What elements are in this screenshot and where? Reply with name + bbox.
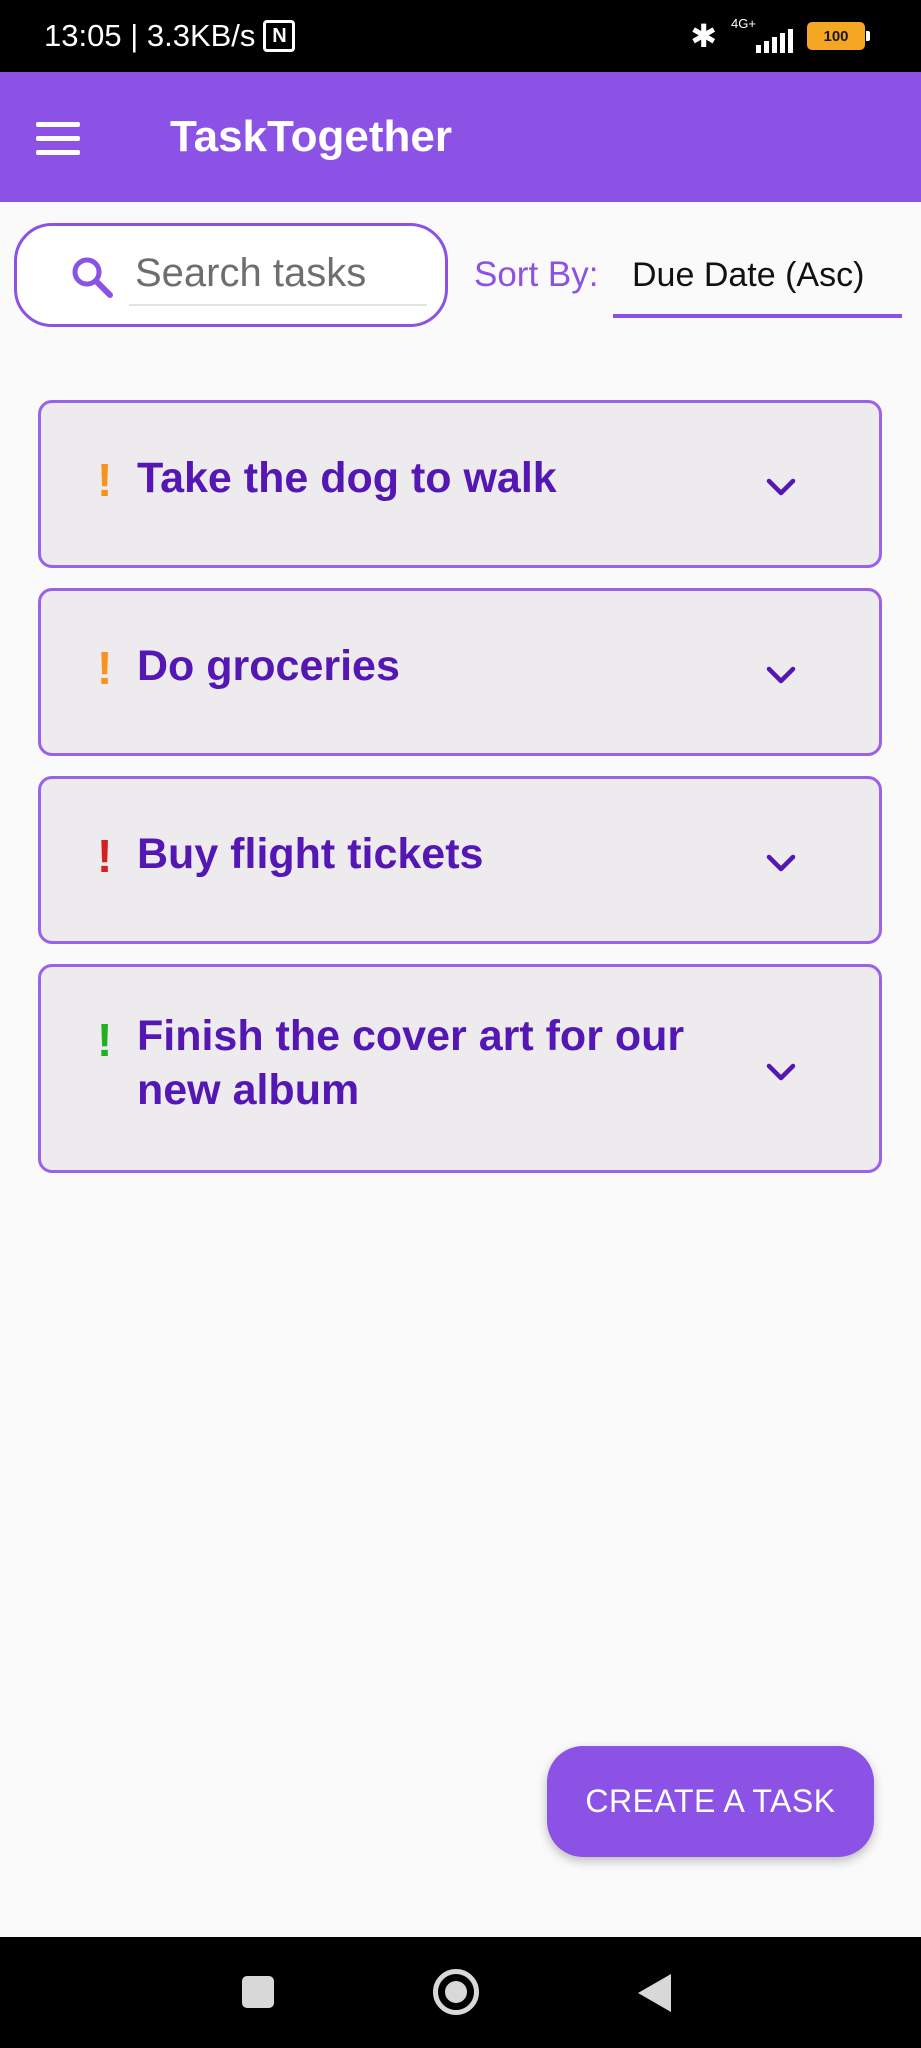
- status-right: ✱ 4G+ 100: [690, 0, 870, 72]
- battery-level: 100: [823, 27, 849, 45]
- navigation-bar: [0, 1937, 921, 2048]
- battery-icon: 100: [807, 22, 870, 50]
- hamburger-menu-icon[interactable]: [36, 108, 96, 168]
- status-left: 13:05 | 3.3KB/s N: [44, 0, 296, 72]
- app-title: TaskTogether: [170, 112, 452, 161]
- chevron-down-icon[interactable]: [765, 1062, 797, 1082]
- task-title: Do groceries: [137, 642, 400, 690]
- home-icon[interactable]: [433, 1969, 479, 2015]
- task-title: Take the dog to walk: [137, 454, 557, 502]
- recents-icon[interactable]: [242, 1976, 274, 2008]
- priority-icon: !: [97, 454, 113, 506]
- task-card[interactable]: ! Buy flight tickets: [38, 776, 882, 944]
- task-card[interactable]: ! Finish the cover art for our new album: [38, 964, 882, 1173]
- search-input[interactable]: [129, 242, 427, 306]
- chevron-down-icon[interactable]: [765, 853, 797, 873]
- status-bar: 13:05 | 3.3KB/s N ✱ 4G+ 100: [0, 0, 921, 72]
- signal-icon: 4G+: [731, 16, 793, 53]
- sort-selected-value: Due Date (Asc): [632, 255, 865, 294]
- app-bar: TaskTogether: [0, 72, 921, 202]
- search-icon: [72, 257, 113, 298]
- task-card[interactable]: ! Do groceries: [38, 588, 882, 756]
- chevron-down-icon[interactable]: [765, 477, 797, 497]
- chevron-down-icon[interactable]: [765, 665, 797, 685]
- network-type: 4G+: [731, 16, 756, 31]
- create-task-button[interactable]: CREATE A TASK: [547, 1746, 874, 1857]
- priority-icon: !: [97, 642, 113, 694]
- create-task-label: CREATE A TASK: [585, 1783, 836, 1819]
- task-card[interactable]: ! Take the dog to walk: [38, 400, 882, 568]
- priority-icon: !: [97, 1014, 113, 1066]
- sort-dropdown[interactable]: Due Date (Asc): [613, 236, 902, 318]
- priority-icon: !: [97, 830, 113, 882]
- sort-label: Sort By:: [474, 255, 599, 294]
- signal-bars: [756, 29, 793, 53]
- task-title: Buy flight tickets: [137, 830, 484, 878]
- nfc-icon: N: [263, 20, 296, 52]
- search-box[interactable]: [14, 223, 448, 327]
- back-icon[interactable]: [638, 1974, 671, 2012]
- bluetooth-icon: ✱: [690, 18, 717, 54]
- task-title: Finish the cover art for our new album: [137, 1012, 685, 1114]
- status-time-speed: 13:05 | 3.3KB/s: [44, 18, 256, 53]
